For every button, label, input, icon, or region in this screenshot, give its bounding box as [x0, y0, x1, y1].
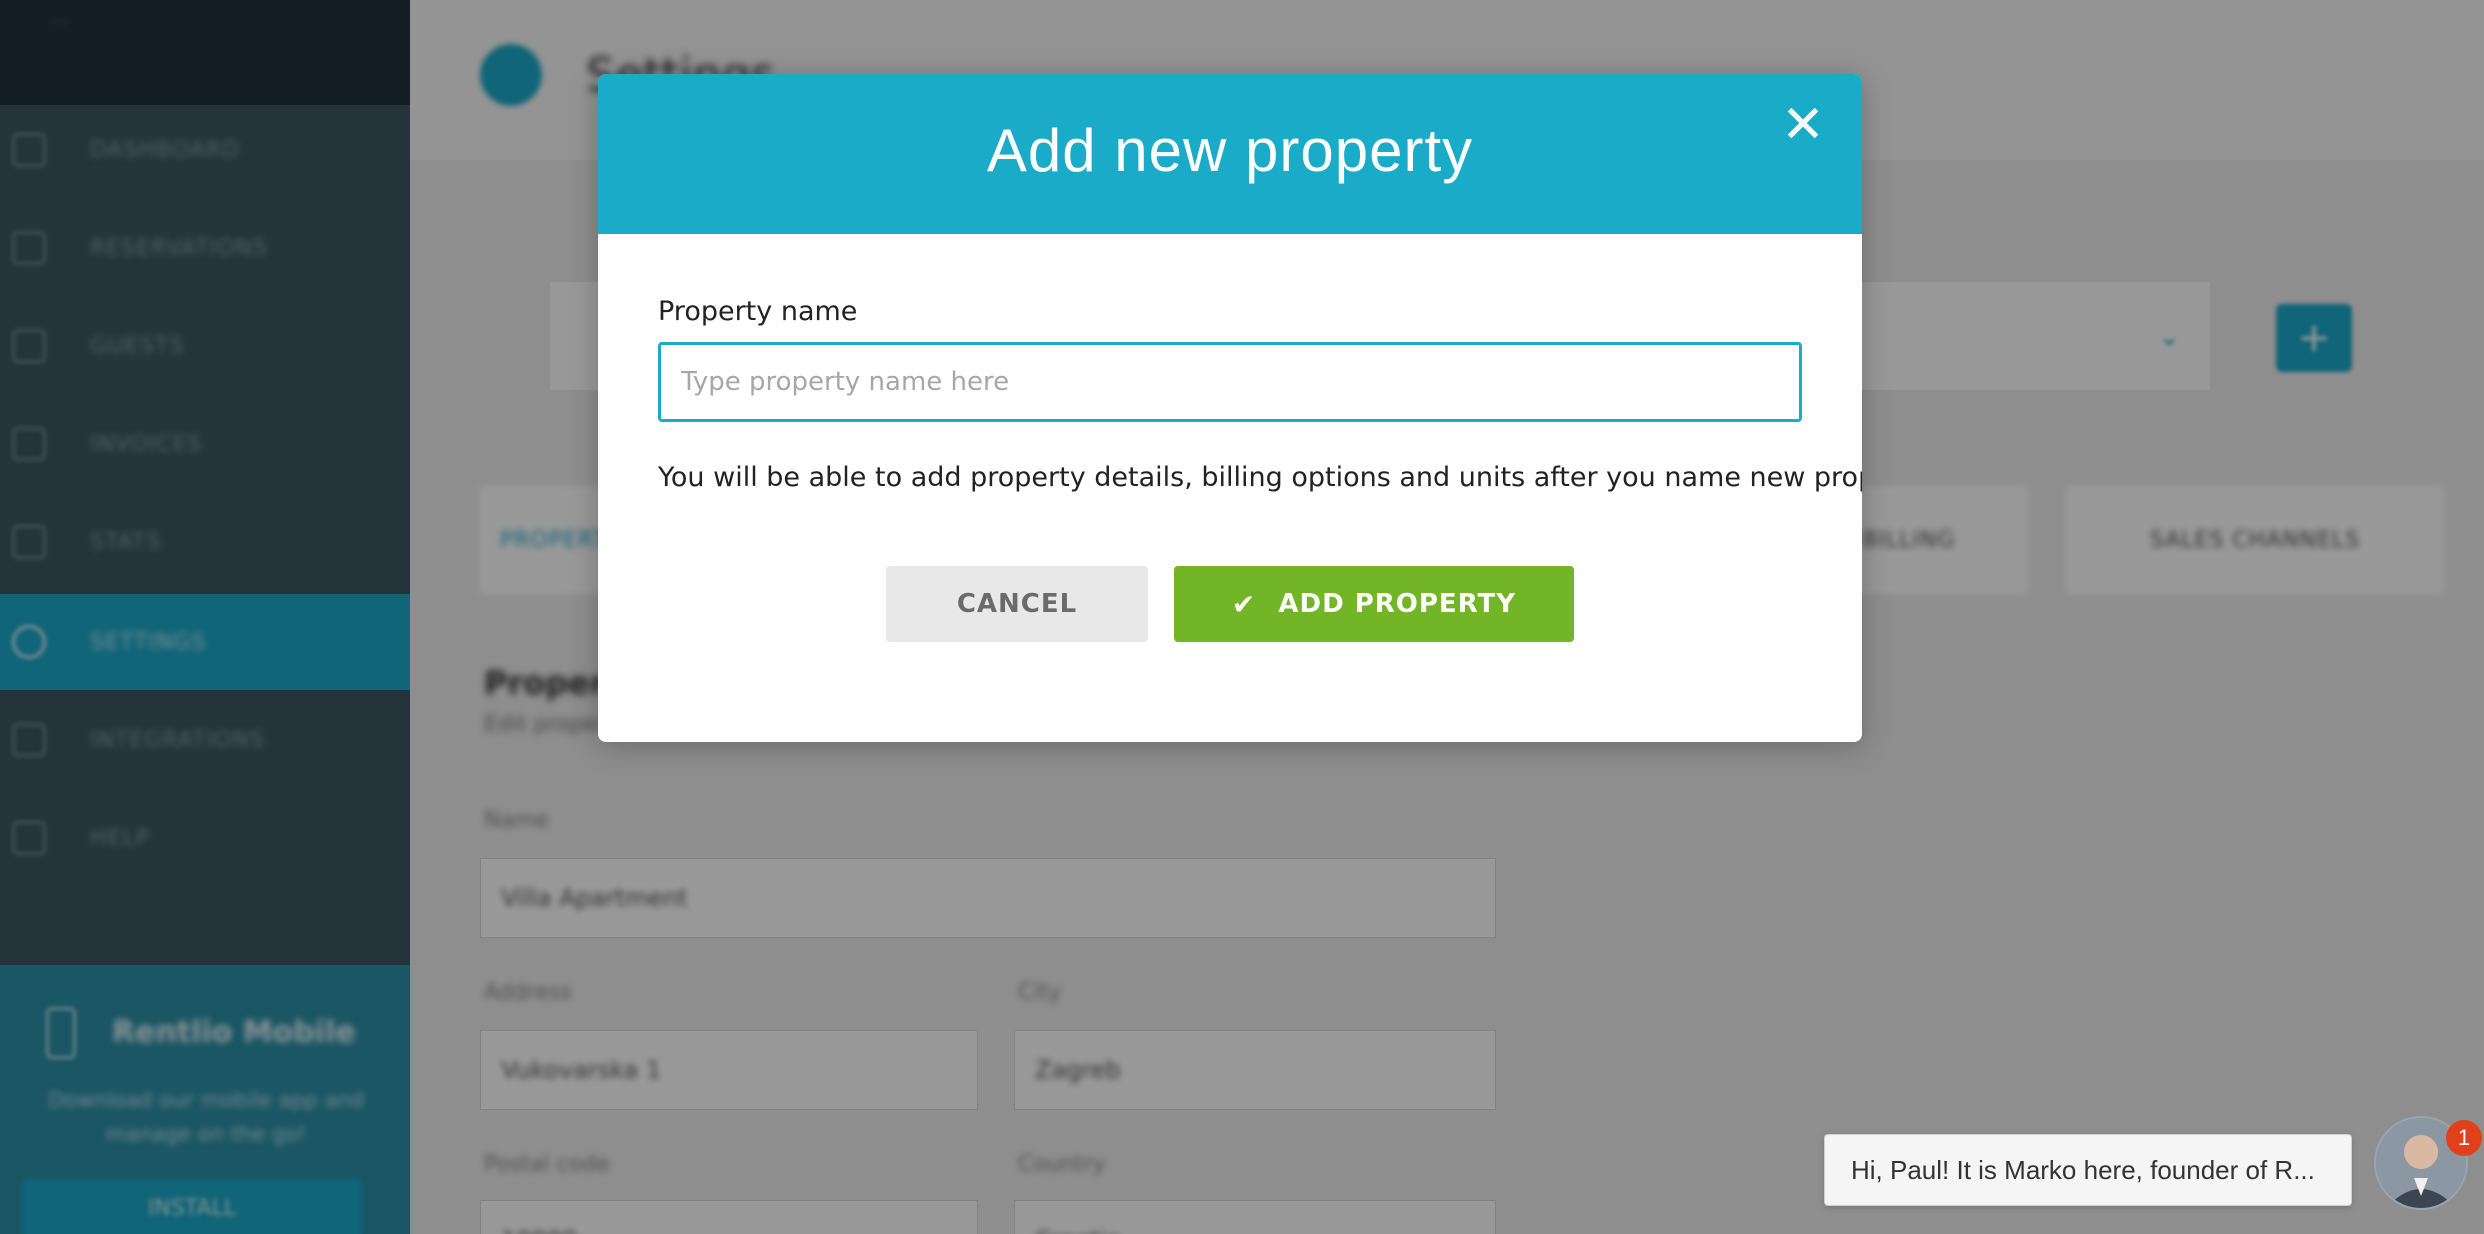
dialog-body: Property name You will be able to add pr…	[598, 234, 1862, 742]
unread-badge: 1	[2446, 1120, 2482, 1156]
cancel-button-label: CANCEL	[956, 589, 1078, 619]
app-window: ... DASHBOARD RESERVATIONS GUESTS INVOIC…	[0, 0, 2484, 1234]
cancel-button[interactable]: CANCEL	[886, 566, 1148, 642]
property-name-input[interactable]	[658, 342, 1802, 422]
check-icon: ✔	[1231, 587, 1257, 621]
add-property-button-label: ADD PROPERTY	[1278, 589, 1517, 619]
add-property-dialog: Add new property ✕ Property name You wil…	[598, 74, 1862, 742]
dialog-header: Add new property ✕	[598, 74, 1862, 234]
add-property-button[interactable]: ✔ ADD PROPERTY	[1174, 566, 1574, 642]
info-text: You will be able to add property details…	[658, 462, 1862, 493]
close-icon[interactable]: ✕	[1774, 96, 1832, 154]
dialog-title: Add new property	[986, 117, 1474, 184]
property-name-label: Property name	[658, 296, 858, 327]
chat-message-preview[interactable]: Hi, Paul! It is Marko here, founder of R…	[1824, 1134, 2352, 1206]
